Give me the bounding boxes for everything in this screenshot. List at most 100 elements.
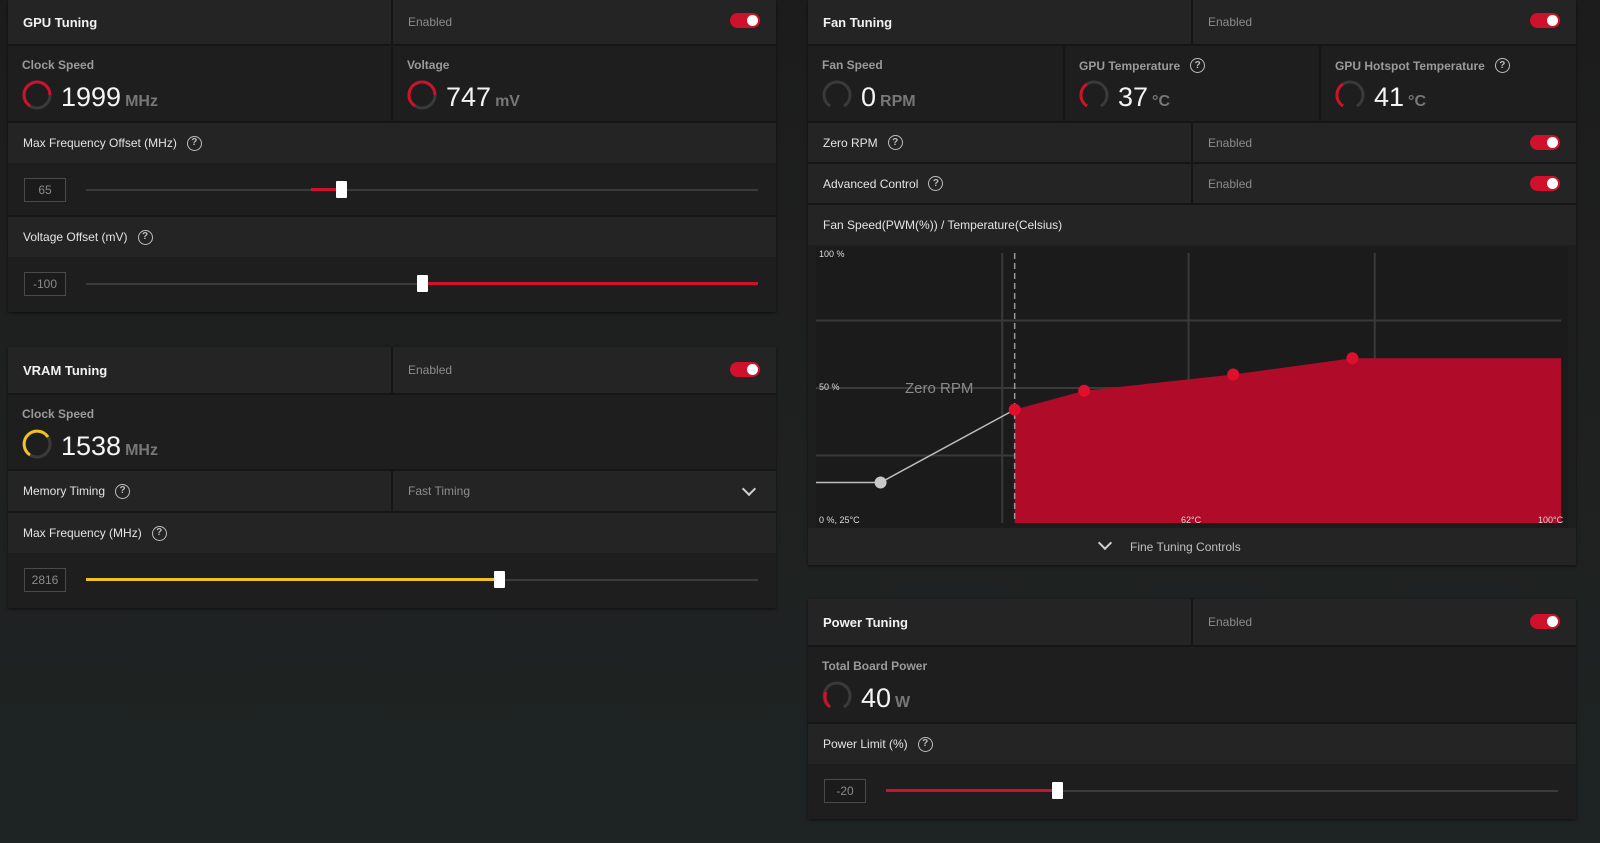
gpu-voltage-label: Voltage <box>407 58 450 72</box>
max-frequency-offset-label: Max Frequency Offset (MHz) <box>23 136 177 150</box>
power-limit-slider-area: -20 <box>808 766 1576 816</box>
gpu-clock-gauge-icon <box>22 80 52 110</box>
fan-curve-point-0[interactable] <box>1008 403 1021 416</box>
fine-tuning-controls-label: Fine Tuning Controls <box>1130 540 1241 554</box>
fine-tuning-controls-toggle[interactable]: Fine Tuning Controls <box>808 528 1576 565</box>
memory-timing-dropdown[interactable]: Fast Timing <box>391 471 776 511</box>
help-icon[interactable]: ? <box>151 525 167 541</box>
vram-clock-speed-metric: Clock Speed 1538 MHz <box>8 395 776 469</box>
max-frequency-fill <box>86 578 500 581</box>
zero-rpm-label: Zero RPM <box>823 135 878 150</box>
power-limit-thumb[interactable] <box>1051 782 1063 799</box>
total-board-power-number: 40 <box>861 683 892 713</box>
memory-timing-value: Fast Timing <box>408 484 471 498</box>
y-tick-100: 100 % <box>819 249 845 259</box>
vram-clock-number: 1538 <box>61 431 122 461</box>
gpu-tuning-toggle[interactable] <box>730 13 760 28</box>
gpu-hotspot-temperature-label: GPU Hotspot Temperature <box>1335 58 1485 73</box>
fan-speed-number: 0 <box>861 82 877 112</box>
fan-speed-metric: Fan Speed 0 RPM <box>808 46 1063 121</box>
gpu-clock-number: 1999 <box>61 82 122 112</box>
help-icon[interactable]: ? <box>887 135 903 150</box>
gpu-hotspot-number: 41 <box>1374 82 1405 112</box>
fan-tuning-toggle[interactable] <box>1530 13 1560 28</box>
power-tuning-toggle[interactable] <box>1530 614 1560 629</box>
total-board-power-label: Total Board Power <box>822 659 928 673</box>
help-icon[interactable]: ? <box>115 483 131 499</box>
fan-curve-chart[interactable]: 100 % 50 % 0 %, 25°C 62°C 100°C Zero RPM <box>816 247 1568 528</box>
gpu-tuning-panel: GPU Tuning Enabled Clock Speed 1999 MHz V… <box>8 0 776 312</box>
advanced-control-label: Advanced Control <box>823 176 919 191</box>
chevron-down-icon[interactable] <box>1097 535 1113 551</box>
y-tick-50: 50 % <box>819 382 840 392</box>
advanced-control-row: Advanced Control? Enabled <box>808 164 1576 203</box>
voltage-offset-thumb[interactable] <box>417 275 428 292</box>
power-limit-input[interactable]: -20 <box>824 779 866 803</box>
help-icon[interactable]: ? <box>137 229 153 245</box>
zero-rpm-row: Zero RPM? Enabled <box>808 123 1576 162</box>
gpu-clock-speed-label: Clock Speed <box>22 58 95 72</box>
gpu-hotspot-temperature-value: 41 °C <box>1374 84 1426 111</box>
fan-tuning-panel: Fan Tuning Enabled Fan Speed 0 RPM GPU Te… <box>808 0 1576 565</box>
vram-clock-speed-value: 1538 MHz <box>61 433 158 460</box>
voltage-offset-label: Voltage Offset (mV) <box>23 230 128 244</box>
power-tuning-panel: Power Tuning Enabled Total Board Power 4… <box>808 599 1576 819</box>
help-icon[interactable]: ? <box>917 736 933 752</box>
help-icon[interactable]: ? <box>928 176 944 191</box>
fan-speed-gauge-icon <box>822 80 852 108</box>
help-icon[interactable]: ? <box>1494 58 1510 73</box>
max-frequency-offset-track[interactable] <box>86 189 758 191</box>
power-limit-label: Power Limit (%) <box>823 737 908 751</box>
voltage-offset-slider-area: -100 <box>8 259 776 309</box>
voltage-offset-row: Voltage Offset (mV)? <box>8 217 776 257</box>
gpu-temperature-unit: °C <box>1152 93 1170 110</box>
vram-clock-gauge-icon <box>22 429 52 459</box>
gpu-voltage-unit: mV <box>495 93 520 110</box>
max-frequency-input[interactable]: 2816 <box>24 568 66 592</box>
max-frequency-offset-thumb[interactable] <box>336 181 348 198</box>
gpu-voltage-value: 747 mV <box>446 84 520 111</box>
help-icon[interactable]: ? <box>186 135 202 151</box>
gpu-tuning-status: Enabled <box>408 15 453 29</box>
gpu-temperature-value: 37 °C <box>1118 84 1170 111</box>
gpu-clock-speed-value: 1999 MHz <box>61 84 158 111</box>
fan-curve-area <box>1014 358 1561 523</box>
total-board-power-value: 40 W <box>861 685 910 712</box>
max-frequency-offset-input[interactable]: 65 <box>24 178 66 202</box>
fan-speed-unit: RPM <box>880 93 916 110</box>
power-tuning-status: Enabled <box>1208 615 1253 629</box>
power-tuning-title: Power Tuning <box>823 614 908 630</box>
voltage-offset-fill <box>422 282 758 285</box>
gpu-clock-speed-metric: Clock Speed 1999 MHz <box>8 46 391 121</box>
zero-rpm-toggle[interactable] <box>1530 135 1560 150</box>
vram-tuning-toggle[interactable] <box>730 362 760 377</box>
gpu-clock-unit: MHz <box>125 93 158 110</box>
gpu-hotspot-gauge-icon <box>1335 80 1365 108</box>
voltage-offset-input[interactable]: -100 <box>24 272 66 296</box>
vram-tuning-title: VRAM Tuning <box>23 362 108 378</box>
fan-curve-point-2[interactable] <box>1227 368 1240 381</box>
help-icon[interactable]: ? <box>1190 58 1206 73</box>
vram-tuning-header: VRAM Tuning Enabled <box>8 347 776 393</box>
fan-curve-point-1[interactable] <box>1078 384 1091 397</box>
fan-curve-point-3[interactable] <box>1346 352 1359 365</box>
x-tick-62: 62°C <box>1181 515 1202 525</box>
gpu-temperature-number: 37 <box>1118 82 1149 112</box>
gpu-temperature-metric: GPU Temperature? 37 °C <box>1063 46 1321 121</box>
total-board-power-unit: W <box>895 694 911 711</box>
advanced-control-toggle[interactable] <box>1530 176 1560 191</box>
vram-clock-speed-label: Clock Speed <box>22 407 95 421</box>
vram-tuning-panel: VRAM Tuning Enabled Clock Speed 1538 MHz … <box>8 347 776 608</box>
fan-speed-value: 0 RPM <box>861 84 916 111</box>
inactive-curve-line <box>816 408 1016 484</box>
memory-timing-label: Memory Timing <box>23 484 106 498</box>
x-tick-100: 100°C <box>1538 515 1564 525</box>
power-limit-fill <box>886 789 1057 792</box>
max-frequency-thumb[interactable] <box>494 571 506 588</box>
zero-rpm-status: Enabled <box>1208 135 1253 150</box>
gpu-voltage-metric: Voltage 747 mV <box>391 46 776 121</box>
gpu-tuning-header: GPU Tuning Enabled <box>8 0 776 44</box>
fan-curve-title: Fan Speed(PWM(%)) / Temperature(Celsius) <box>823 218 1063 232</box>
memory-timing-row: Memory Timing? Fast Timing <box>8 471 776 511</box>
vram-tuning-status: Enabled <box>408 363 453 377</box>
